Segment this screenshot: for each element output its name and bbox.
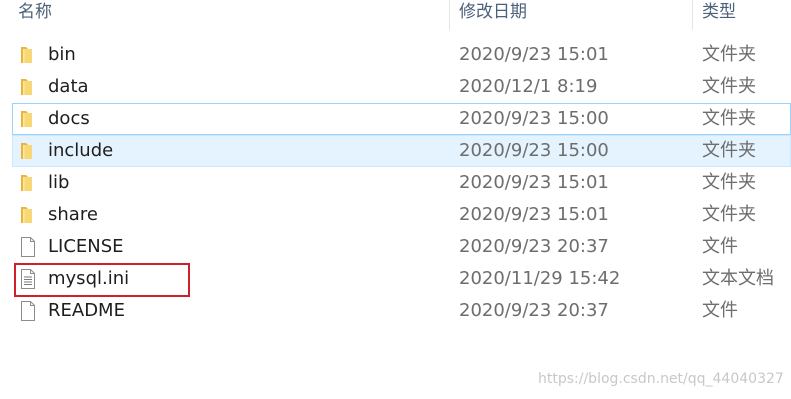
file-list: bin 2020/9/23 15:01 文件夹 data 2020/12/1 8… xyxy=(0,39,791,327)
blank-file-icon xyxy=(18,236,38,258)
file-name: include xyxy=(48,140,114,161)
column-header-date-modified[interactable]: 修改日期 xyxy=(459,0,527,26)
folder-icon xyxy=(18,204,38,226)
file-name: lib xyxy=(48,172,70,193)
file-date: 2020/9/23 15:00 xyxy=(459,108,609,129)
column-header-bar: 名称 修改日期 类型 xyxy=(0,0,791,30)
file-row-lib[interactable]: lib 2020/9/23 15:01 文件夹 xyxy=(0,167,791,199)
file-date: 2020/9/23 20:37 xyxy=(459,236,609,257)
file-date: 2020/9/23 15:01 xyxy=(459,44,609,65)
column-header-name[interactable]: 名称 xyxy=(18,0,52,26)
file-date: 2020/12/1 8:19 xyxy=(459,76,598,97)
blank-file-icon xyxy=(18,300,38,322)
column-divider[interactable] xyxy=(692,0,693,30)
file-name: README xyxy=(48,300,125,321)
file-type: 文件夹 xyxy=(702,204,756,225)
folder-icon xyxy=(18,44,38,66)
file-name: data xyxy=(48,76,89,97)
file-row-docs[interactable]: docs 2020/9/23 15:00 文件夹 xyxy=(0,103,791,135)
folder-icon xyxy=(18,76,38,98)
file-row-include[interactable]: include 2020/9/23 15:00 文件夹 xyxy=(0,135,791,167)
file-type: 文件夹 xyxy=(702,108,756,129)
folder-icon xyxy=(18,108,38,130)
file-type: 文本文档 xyxy=(702,268,774,289)
file-name: share xyxy=(48,204,98,225)
file-type: 文件 xyxy=(702,236,738,257)
file-row-readme[interactable]: README 2020/9/23 20:37 文件 xyxy=(0,295,791,327)
file-type: 文件夹 xyxy=(702,140,756,161)
text-document-icon xyxy=(18,268,38,290)
file-row-mysql-ini[interactable]: mysql.ini 2020/11/29 15:42 文本文档 xyxy=(0,263,791,295)
file-date: 2020/9/23 15:01 xyxy=(459,172,609,193)
file-date: 2020/9/23 15:00 xyxy=(459,140,609,161)
file-type: 文件夹 xyxy=(702,44,756,65)
file-row-data[interactable]: data 2020/12/1 8:19 文件夹 xyxy=(0,71,791,103)
file-name: docs xyxy=(48,108,90,129)
file-type: 文件 xyxy=(702,300,738,321)
column-header-type[interactable]: 类型 xyxy=(702,0,736,26)
file-row-share[interactable]: share 2020/9/23 15:01 文件夹 xyxy=(0,199,791,231)
file-name: mysql.ini xyxy=(48,268,130,289)
file-name: LICENSE xyxy=(48,236,124,257)
folder-icon xyxy=(18,140,38,162)
file-type: 文件夹 xyxy=(702,172,756,193)
file-row-bin[interactable]: bin 2020/9/23 15:01 文件夹 xyxy=(0,39,791,71)
column-divider[interactable] xyxy=(449,0,450,30)
file-name: bin xyxy=(48,44,76,65)
file-type: 文件夹 xyxy=(702,76,756,97)
file-date: 2020/11/29 15:42 xyxy=(459,268,621,289)
file-row-license[interactable]: LICENSE 2020/9/23 20:37 文件 xyxy=(0,231,791,263)
file-date: 2020/9/23 20:37 xyxy=(459,300,609,321)
watermark: https://blog.csdn.net/qq_44040327 xyxy=(538,371,784,387)
file-date: 2020/9/23 15:01 xyxy=(459,204,609,225)
folder-icon xyxy=(18,172,38,194)
